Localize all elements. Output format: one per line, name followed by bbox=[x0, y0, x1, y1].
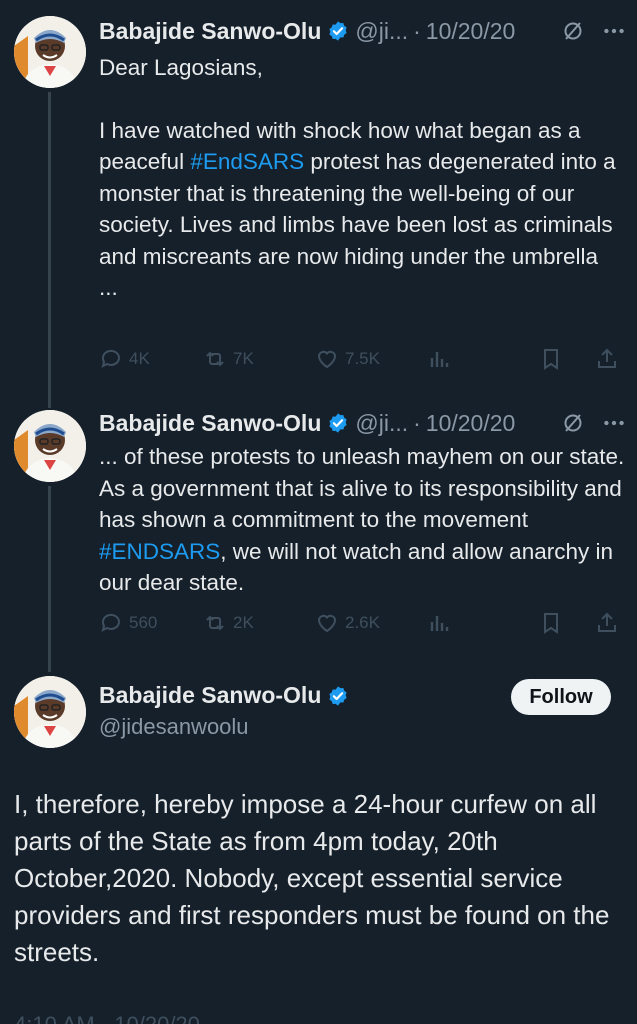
verified-badge-icon bbox=[329, 413, 347, 433]
retweet-count: 2K bbox=[233, 613, 254, 632]
verified-badge-icon bbox=[329, 21, 347, 41]
share-icon bbox=[598, 348, 616, 368]
separator-dot: · bbox=[413, 17, 421, 44]
tweet-paragraph-text: ... of these protests to unleash mayhem … bbox=[99, 444, 625, 532]
follow-button[interactable]: Follow bbox=[511, 679, 611, 715]
reply-count: 560 bbox=[129, 613, 158, 632]
like-icon bbox=[317, 614, 337, 633]
like-count: 2.6K bbox=[345, 613, 380, 632]
views-button[interactable] bbox=[427, 611, 539, 635]
avatar[interactable] bbox=[14, 410, 86, 482]
tweet-actions: 560 2K 2.6K bbox=[99, 608, 629, 638]
hashtag-link[interactable]: #ENDSARS bbox=[99, 539, 220, 564]
author-handle[interactable]: @jidesanwoolu bbox=[99, 714, 249, 740]
retweet-button[interactable]: 2K bbox=[203, 611, 315, 635]
slash-circle-icon[interactable] bbox=[561, 411, 585, 435]
views-icon bbox=[430, 616, 449, 631]
author-name[interactable]: Babajide Sanwo-Olu bbox=[99, 410, 321, 437]
tweet-text: Dear Lagosians, I have watched with shoc… bbox=[99, 52, 629, 304]
bookmark-button[interactable] bbox=[539, 347, 595, 371]
reply-icon bbox=[101, 613, 120, 632]
separator-dot: · bbox=[413, 409, 421, 436]
retweet-icon bbox=[206, 351, 224, 367]
main-tweet-text: I, therefore, hereby impose a 24-hour cu… bbox=[14, 789, 610, 967]
views-icon bbox=[430, 352, 449, 367]
thread-line bbox=[48, 486, 51, 672]
like-button[interactable]: 7.5K bbox=[315, 347, 427, 371]
tweet-ellipsis: ... bbox=[99, 275, 118, 300]
tweet-greeting: Dear Lagosians, bbox=[99, 55, 263, 80]
retweet-button[interactable]: 7K bbox=[203, 347, 315, 371]
like-icon bbox=[317, 350, 337, 369]
tweet-header: Babajide Sanwo-Olu @ji... · 10/20/20 bbox=[99, 406, 627, 440]
tweet-date[interactable]: 10/20/20 bbox=[426, 18, 516, 45]
tweet-paragraph: I have watched with shock how what began… bbox=[99, 115, 629, 273]
verified-badge-icon bbox=[329, 685, 347, 706]
bookmark-icon bbox=[544, 613, 558, 634]
reply-button[interactable]: 560 bbox=[99, 611, 203, 635]
tweet-actions: 4K 7K 7.5K bbox=[99, 344, 629, 374]
hashtag-link[interactable]: #EndSARS bbox=[190, 149, 304, 174]
more-icon[interactable] bbox=[601, 18, 627, 44]
author-name[interactable]: Babajide Sanwo-Olu bbox=[99, 18, 321, 45]
author-handle[interactable]: @ji... bbox=[355, 410, 408, 437]
tweet-header: Babajide Sanwo-Olu @ji... · 10/20/20 bbox=[99, 14, 627, 48]
author-handle[interactable]: @ji... bbox=[355, 18, 408, 45]
share-icon bbox=[598, 612, 616, 632]
retweet-count: 7K bbox=[233, 349, 254, 368]
avatar[interactable] bbox=[14, 16, 86, 88]
main-author-row: Babajide Sanwo-Olu bbox=[99, 682, 355, 709]
author-name[interactable]: Babajide Sanwo-Olu bbox=[99, 682, 321, 709]
slash-circle-icon[interactable] bbox=[561, 19, 585, 43]
like-button[interactable]: 2.6K bbox=[315, 611, 427, 635]
share-button[interactable] bbox=[595, 347, 619, 371]
thread-view: Babajide Sanwo-Olu @ji... · 10/20/20 Dea… bbox=[0, 0, 637, 1024]
views-button[interactable] bbox=[427, 347, 539, 371]
bookmark-icon bbox=[544, 349, 558, 370]
tweet-date[interactable]: 10/20/20 bbox=[426, 410, 516, 437]
tweet-timestamp[interactable]: 4:10 AM · 10/20/20 bbox=[14, 1012, 200, 1024]
retweet-icon bbox=[206, 615, 224, 631]
reply-button[interactable]: 4K bbox=[99, 347, 203, 371]
share-button[interactable] bbox=[595, 611, 619, 635]
thread-line bbox=[48, 92, 51, 408]
tweet-text: ... of these protests to unleash mayhem … bbox=[99, 441, 629, 599]
reply-icon bbox=[101, 349, 120, 368]
more-icon[interactable] bbox=[601, 410, 627, 436]
avatar[interactable] bbox=[14, 676, 86, 748]
reply-count: 4K bbox=[129, 349, 150, 368]
like-count: 7.5K bbox=[345, 349, 380, 368]
bookmark-button[interactable] bbox=[539, 611, 595, 635]
